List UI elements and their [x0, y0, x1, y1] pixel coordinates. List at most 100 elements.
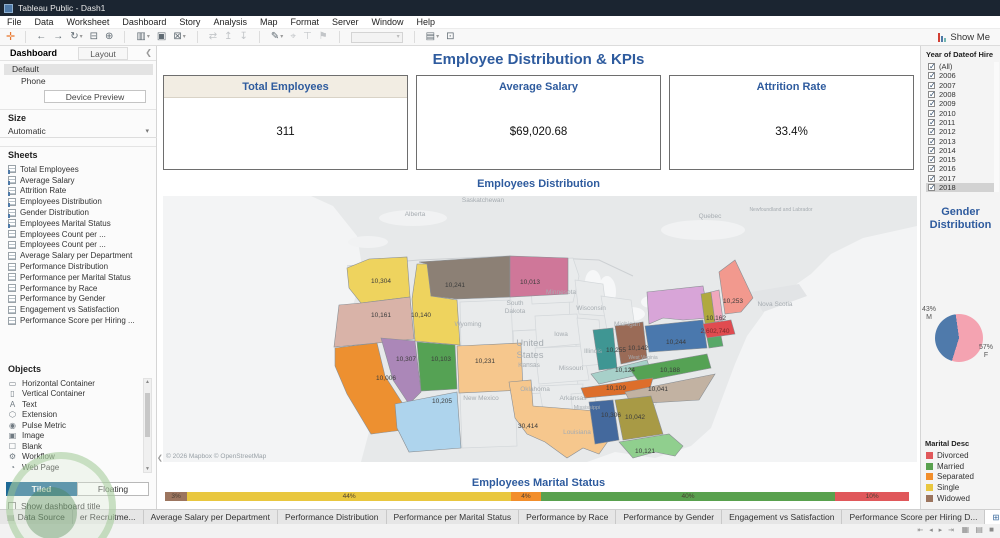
legend-item-single[interactable]: Single [926, 482, 998, 493]
year-filter-row[interactable]: 2006 [926, 71, 996, 80]
view-mode-icons[interactable]: ▦ ▤ ■ [962, 525, 996, 534]
sheet-list-item[interactable]: Performance per Marital Status [8, 272, 150, 283]
undo-icon[interactable]: ← [36, 32, 46, 42]
legend-item-separated[interactable]: Separated [926, 472, 998, 483]
sheet-tab[interactable]: Performance by Race [519, 510, 617, 524]
sheet-tab[interactable]: Engagement vs Satisfaction [722, 510, 843, 524]
object-item[interactable]: ☐ Blank [8, 441, 140, 452]
year-filter-row[interactable]: 2013 [926, 136, 996, 146]
checkbox-checked-icon[interactable] [928, 183, 936, 192]
menu-item-story[interactable]: Story [179, 17, 200, 27]
scroll-down-icon[interactable]: ▼ [144, 466, 151, 472]
duplicate-icon[interactable]: ▣ [157, 32, 166, 42]
floating-button[interactable]: Floating [77, 482, 149, 496]
size-dropdown[interactable]: Automatic ▾ [0, 125, 157, 138]
checkbox-checked-icon[interactable] [928, 99, 936, 108]
scroll-up-icon[interactable]: ▲ [144, 379, 151, 385]
save-icon[interactable]: ⊟ [90, 32, 98, 42]
sheet-list-item[interactable]: Gender Distribution [8, 207, 150, 218]
tiled-button[interactable]: Tiled [6, 482, 77, 496]
legend-item-married[interactable]: Married [926, 461, 998, 472]
sheet-list-item[interactable]: Performance Distribution [8, 261, 150, 272]
state-pennsylvania[interactable] [644, 319, 708, 353]
kpi-card-2[interactable]: Average Salary $69,020.68 [416, 75, 661, 170]
sheet-tab[interactable]: ⊞Employee Distribution & KPIs [985, 510, 1000, 524]
marital-segment-married[interactable]: 40% [540, 492, 836, 501]
objects-scrollbar[interactable]: ▲ ▼ [143, 378, 152, 473]
year-filter-row[interactable]: 2010 [926, 108, 996, 118]
object-item[interactable]: ◔ Web Page [8, 462, 140, 473]
sheet-list-item[interactable]: Employees Distribution [8, 196, 150, 207]
menu-item-help[interactable]: Help [417, 17, 436, 27]
object-item[interactable]: ⚙ Workflow [8, 452, 140, 463]
sheet-list-item[interactable]: Average Salary [8, 175, 150, 186]
year-filter-row[interactable]: 2015 [926, 155, 996, 164]
year-filter-row[interactable]: 2007 [926, 81, 996, 90]
sheet-list-item[interactable]: Performance Score per Hiring ... [8, 315, 150, 326]
gender-pie-chart[interactable] [935, 314, 983, 362]
sheet-list-item[interactable]: Engagement vs Satisfaction [8, 304, 150, 315]
highlight-icon[interactable]: ✎ ▾ [271, 32, 283, 42]
marital-segment-widowed[interactable]: 3% [165, 492, 188, 501]
sheet-tab[interactable]: ▤ Data Source [0, 510, 73, 524]
redo-icon[interactable]: → [53, 32, 63, 42]
state-new-york[interactable] [646, 285, 710, 325]
sheet-tab[interactable]: Performance Distribution [278, 510, 387, 524]
year-filter-row[interactable]: 2014 [926, 146, 996, 155]
menu-item-file[interactable]: File [7, 17, 22, 27]
kpi-card-1[interactable]: Total Employees 311 [163, 75, 408, 170]
checkbox-checked-icon[interactable] [928, 174, 936, 183]
year-filter-row[interactable]: 2009 [926, 99, 996, 108]
device-default-row[interactable]: Default [4, 64, 153, 75]
checkbox-checked-icon[interactable] [928, 81, 936, 90]
state-oregon[interactable] [333, 296, 415, 348]
menu-item-window[interactable]: Window [372, 17, 404, 27]
year-filter-row[interactable]: (All) [926, 62, 996, 71]
year-filter-row[interactable]: 2018 [926, 182, 996, 193]
map-collapse-icon[interactable]: ❮ [157, 454, 163, 462]
year-filter-scrollbar[interactable] [994, 62, 999, 192]
menu-item-data[interactable]: Data [35, 17, 54, 27]
marital-status-bar[interactable]: 3% 44% 4% 40% 10% [165, 492, 909, 501]
employees-distribution-map[interactable]: 10,304 10,161 10,140 10,241 10,013 10,006 10,3… [163, 196, 917, 462]
sheet-list-item[interactable]: Employees Count per ... [8, 240, 150, 251]
checkbox-checked-icon[interactable] [928, 146, 936, 155]
sheet-list-item[interactable]: Average Salary per Department [8, 250, 150, 261]
state-montana[interactable] [418, 255, 511, 300]
sheet-tab[interactable]: Performance per Marital Status [387, 510, 520, 524]
menu-item-analysis[interactable]: Analysis [213, 17, 247, 27]
marital-segment-divorced[interactable]: 10% [835, 492, 909, 501]
menu-item-dashboard[interactable]: Dashboard [122, 17, 166, 27]
checkbox-checked-icon[interactable] [928, 71, 936, 80]
object-item[interactable]: ▭ Horizontal Container [8, 378, 140, 389]
checkbox-checked-icon[interactable] [928, 127, 936, 136]
object-item[interactable]: ▣ Image [8, 431, 140, 442]
checkbox-checked-icon[interactable] [928, 118, 936, 127]
sheet-tab[interactable]: Average Salary per Department [144, 510, 278, 524]
marital-segment-separated[interactable]: 4% [511, 492, 541, 501]
checkbox-checked-icon[interactable] [928, 90, 936, 99]
menu-item-worksheet[interactable]: Worksheet [67, 17, 110, 27]
object-item[interactable]: A Text [8, 399, 140, 410]
year-filter-row[interactable]: 2011 [926, 118, 996, 127]
new-worksheet-icon[interactable]: ▥ ▾ [136, 32, 149, 42]
tab-dashboard[interactable]: Dashboard [10, 48, 57, 58]
checkbox-checked-icon[interactable] [928, 62, 936, 71]
menu-item-server[interactable]: Server [332, 17, 359, 27]
year-filter-row[interactable]: 2017 [926, 174, 996, 183]
tab-layout[interactable]: Layout [78, 47, 128, 60]
show-me-button[interactable]: Show Me [938, 32, 990, 43]
sheet-tab[interactable]: Performance by Gender [616, 510, 723, 524]
sheet-list-item[interactable]: Total Employees [8, 164, 150, 175]
year-filter-row[interactable]: 2016 [926, 164, 996, 173]
menu-item-map[interactable]: Map [260, 17, 278, 27]
sheet-list-item[interactable]: Employees Count per ... [8, 229, 150, 240]
sheet-list-item[interactable]: Performance by Race [8, 283, 150, 294]
show-hide-cards-icon[interactable]: ▤ ▾ [426, 32, 439, 42]
state-utah[interactable] [416, 341, 458, 392]
tableau-toolbar-logo-icon[interactable]: ✛ [6, 32, 15, 43]
sheet-tab[interactable]: Performance Score per Hiring D... [842, 510, 986, 524]
object-item[interactable]: ▯ Vertical Container [8, 389, 140, 400]
collapse-pane-icon[interactable]: ❮ [145, 48, 152, 57]
checkbox-checked-icon[interactable] [928, 109, 936, 118]
